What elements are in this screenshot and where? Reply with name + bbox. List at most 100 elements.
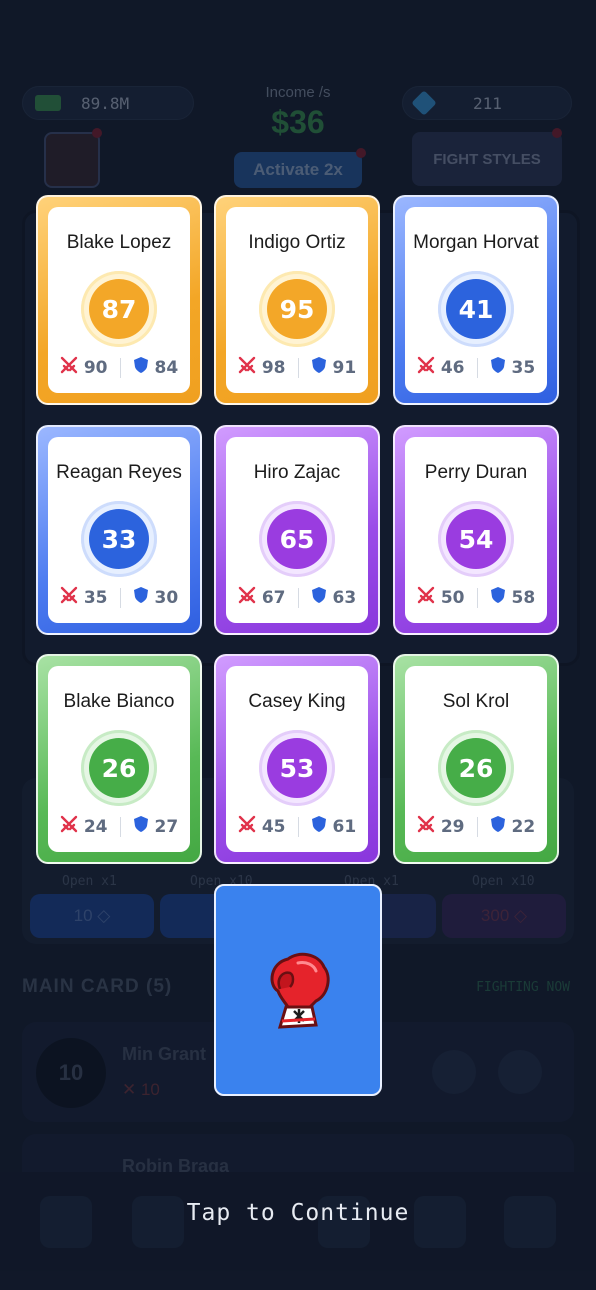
- attack-stat: 98: [238, 356, 286, 379]
- fighter-name: Blake Lopez: [66, 232, 172, 253]
- fighter-card[interactable]: Blake Lopez 87 90 84: [36, 195, 202, 405]
- attack-value: 45: [261, 816, 286, 837]
- card-stats: 29 22: [405, 815, 547, 838]
- defense-stat: 63: [311, 586, 357, 609]
- swords-icon: [60, 586, 84, 609]
- fighter-name: Hiro Zajac: [253, 462, 341, 483]
- swords-icon: [238, 356, 262, 379]
- swords-icon: [417, 356, 441, 379]
- shield-icon: [311, 586, 333, 609]
- defense-value: 22: [511, 816, 536, 837]
- fighter-name: Blake Bianco: [63, 691, 175, 712]
- mystery-card[interactable]: [214, 884, 382, 1096]
- gem-value: 211: [473, 93, 502, 113]
- fighter-name: Sol Krol: [442, 691, 510, 712]
- attack-stat: 45: [238, 815, 286, 838]
- card-stats: 50 58: [405, 586, 547, 609]
- card-stats: 67 63: [226, 586, 368, 609]
- notification-dot: [356, 148, 366, 158]
- shield-icon: [490, 356, 512, 379]
- shield-icon: [133, 815, 155, 838]
- buy-pack-button[interactable]: 10 ◇: [30, 894, 154, 938]
- fighter-card[interactable]: Reagan Reyes 33 35 30: [36, 425, 202, 635]
- card-face: Casey King 53 45 61: [226, 666, 368, 852]
- swords-icon: [417, 815, 441, 838]
- swap-button[interactable]: [498, 1050, 542, 1094]
- defense-value: 58: [511, 587, 536, 608]
- fighter-name: Indigo Ortiz: [248, 232, 346, 253]
- divider: [119, 587, 121, 608]
- attack-stat: 24: [60, 815, 108, 838]
- divider: [297, 357, 299, 378]
- defense-stat: 61: [311, 815, 357, 838]
- card-stats: 46 35: [405, 356, 547, 379]
- card-stats: 45 61: [226, 815, 368, 838]
- rating-badge: 95: [259, 271, 335, 347]
- card-stats: 24 27: [48, 815, 190, 838]
- attack-stat: 67: [238, 586, 286, 609]
- tap-to-continue-label[interactable]: Tap to Continue: [0, 1200, 596, 1226]
- fighter-card[interactable]: Morgan Horvat 41 46 35: [393, 195, 559, 405]
- rating-value: 26: [89, 738, 149, 798]
- defense-stat: 30: [133, 586, 179, 609]
- swords-icon: [238, 586, 262, 609]
- divider: [297, 816, 299, 837]
- avatar[interactable]: [44, 132, 100, 188]
- fighter-name: Casey King: [248, 691, 346, 712]
- fighter-card[interactable]: Blake Bianco 26 24 27: [36, 654, 202, 864]
- defense-value: 63: [332, 587, 357, 608]
- activate-2x-button[interactable]: Activate 2x: [234, 152, 362, 188]
- gem-icon: [411, 90, 437, 116]
- fighter-card[interactable]: Casey King 53 45 61: [214, 654, 380, 864]
- rating-value: 95: [267, 279, 327, 339]
- buy-pack-button[interactable]: 300 ◇: [442, 894, 566, 938]
- defense-stat: 58: [490, 586, 536, 609]
- card-face: Sol Krol 26 29 22: [405, 666, 547, 852]
- rating-badge: 33: [81, 501, 157, 577]
- main-card-title: MAIN CARD (5): [22, 976, 173, 997]
- defense-value: 30: [154, 587, 179, 608]
- divider: [476, 587, 478, 608]
- rating-value: 87: [89, 279, 149, 339]
- swords-icon: [60, 356, 84, 379]
- open-x1-label: Open x1: [62, 874, 117, 889]
- fighter-card[interactable]: Hiro Zajac 65 67 63: [214, 425, 380, 635]
- fight-styles-button[interactable]: FIGHT STYLES: [412, 132, 562, 186]
- rating-badge: 54: [438, 501, 514, 577]
- defense-value: 84: [154, 357, 179, 378]
- card-face: Perry Duran 54 50 58: [405, 437, 547, 623]
- rating-value: 41: [446, 279, 506, 339]
- price-label: 300: [480, 906, 510, 925]
- gem-display: 211: [402, 86, 572, 120]
- open-x10-label: Open x10: [472, 874, 535, 889]
- attack-value: 50: [440, 587, 465, 608]
- attack-stat: 46: [417, 356, 465, 379]
- card-stats: 98 91: [226, 356, 368, 379]
- shield-icon: [490, 586, 512, 609]
- attack-value: 46: [440, 357, 465, 378]
- rating-badge: 53: [259, 730, 335, 806]
- divider: [119, 816, 121, 837]
- rating-badge: 26: [438, 730, 514, 806]
- attack-value: 29: [440, 816, 465, 837]
- fighter-card[interactable]: Perry Duran 54 50 58: [393, 425, 559, 635]
- attack-value: 90: [83, 357, 108, 378]
- attack-value: 24: [83, 816, 108, 837]
- fighter-level-badge: 10: [36, 1038, 106, 1108]
- attack-stat: 35: [60, 586, 108, 609]
- fighter-card[interactable]: Indigo Ortiz 95 98 91: [214, 195, 380, 405]
- rating-value: 26: [446, 738, 506, 798]
- fighter-card[interactable]: Sol Krol 26 29 22: [393, 654, 559, 864]
- upgrade-button[interactable]: [432, 1050, 476, 1094]
- card-stats: 90 84: [48, 356, 190, 379]
- card-stats: 35 30: [48, 586, 190, 609]
- defense-value: 91: [332, 357, 357, 378]
- defense-value: 61: [332, 816, 357, 837]
- divider: [119, 357, 121, 378]
- rating-badge: 87: [81, 271, 157, 347]
- rating-value: 53: [267, 738, 327, 798]
- card-face: Morgan Horvat 41 46 35: [405, 207, 547, 393]
- defense-stat: 84: [133, 356, 179, 379]
- attack-stat: 29: [417, 815, 465, 838]
- fighter-attack: ✕ 10: [122, 1080, 160, 1099]
